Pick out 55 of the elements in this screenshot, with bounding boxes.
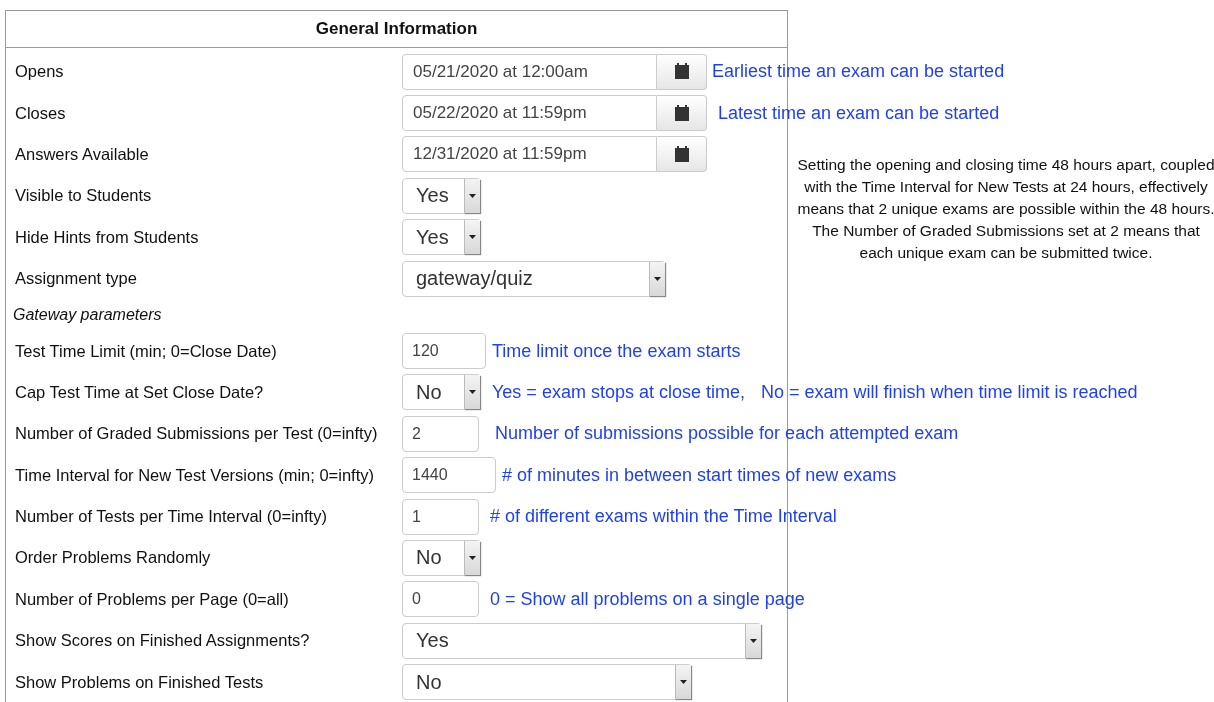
caret-icon (469, 556, 476, 560)
calendar-button[interactable] (657, 95, 707, 132)
field-label: Closes (14, 103, 67, 123)
caret-icon (680, 680, 687, 685)
field-label: Visible to Students (14, 186, 153, 206)
caret-icon (469, 193, 476, 198)
annotation: 0 = Show all problems on a single page (490, 588, 805, 610)
select-field[interactable]: Yes (402, 177, 481, 214)
calendar-button[interactable] (657, 136, 707, 173)
field-label: Number of Tests per Time Interval (0=infty) (14, 507, 328, 527)
field-label: Number of Problems per Page (0=all) (14, 589, 290, 609)
annotation: No = exam will finish when time limit is reached (760, 381, 1138, 403)
annotation: Earliest time an exam can be started (712, 61, 1005, 83)
select-field[interactable]: No (402, 664, 692, 701)
field-label: Test Time Limit (min; 0=Close Date) (14, 341, 278, 361)
field-label: Opens (14, 62, 65, 82)
date-field[interactable]: 05/22/2020 at 11:59pm (402, 95, 657, 132)
field-label: Show Problems on Finished Tests (14, 672, 265, 692)
field-label: Time Interval for New Test Versions (min; 0=infty) (14, 465, 375, 485)
calendar-icon (673, 145, 690, 163)
annotation: Number of submissions possible for each attempted exam (495, 423, 959, 445)
select-field[interactable]: No (402, 540, 481, 576)
caret-icon (654, 276, 661, 281)
section-title: Gateway parameters (12, 305, 162, 324)
field-label: Order Problems Randomly (14, 548, 212, 568)
date-field[interactable]: 12/31/2020 at 11:59pm (402, 136, 657, 173)
select-field[interactable]: Yes (402, 622, 762, 659)
annotation: Latest time an exam can be started (718, 102, 1000, 124)
panel-title: General Information (5, 10, 788, 48)
field-label: Cap Test Time at Set Close Date? (14, 382, 265, 402)
field-label: Assignment type (14, 269, 138, 289)
calendar-button[interactable] (657, 53, 707, 90)
select-field[interactable]: Yes (402, 219, 481, 256)
caret-icon (469, 390, 476, 395)
annotation: Time limit once the exam starts (492, 340, 741, 362)
caret-icon (750, 638, 757, 643)
select-field[interactable]: gateway/quiz (402, 260, 666, 297)
field-label: Answers Available (14, 144, 150, 164)
annotation: # of different exams within the Time Interval (490, 506, 837, 528)
explanation-note: Setting the opening and closing time 48 hours apart, coupled with the Time Interval for New Tests at 24 hours, effectively means that 2 unique exams are possible within the 48 hours. The Number of Graded Submissions set at 2 means that each unique exam can be submitted twice. (796, 155, 1214, 263)
text-field[interactable]: 1440 (402, 457, 496, 494)
text-field[interactable]: 0 (402, 581, 479, 618)
field-label: Hide Hints from Students (14, 227, 200, 247)
text-field[interactable]: 1 (402, 498, 479, 535)
field-label: Number of Graded Submissions per Test (0=infty) (14, 424, 379, 444)
date-field[interactable]: 05/21/2020 at 12:00am (402, 53, 657, 90)
text-field[interactable]: 2 (402, 415, 479, 452)
calendar-icon (673, 63, 690, 81)
select-field[interactable]: No (402, 374, 481, 411)
calendar-icon (673, 104, 690, 122)
field-label: Show Scores on Finished Assignments? (14, 631, 311, 651)
annotation: Yes = exam stops at close time, (492, 381, 745, 403)
text-field[interactable]: 120 (402, 333, 486, 370)
annotation: # of minutes in between start times of new exams (502, 464, 897, 486)
caret-icon (469, 235, 476, 240)
